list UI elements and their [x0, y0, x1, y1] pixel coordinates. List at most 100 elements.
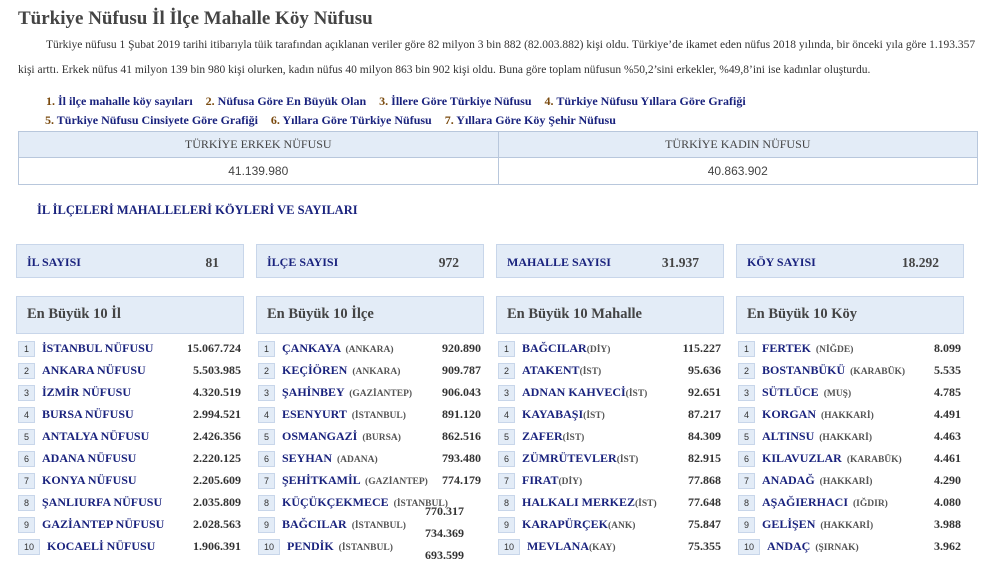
- list-item[interactable]: 2 ATAKENT(İST) 95.636: [496, 360, 724, 382]
- list-item[interactable]: 6 SEYHAN (ADANA) 793.480: [256, 448, 484, 470]
- list-item[interactable]: 10 PENDİK (İSTANBUL) 693.599: [256, 536, 484, 562]
- list-item[interactable]: 9 GELİŞEN (HAKKARİ) 3.988: [736, 514, 964, 536]
- link-7-label: Yıllara Göre Köy Şehir Nüfusu: [456, 113, 616, 127]
- list-item[interactable]: 7 ANADAĞ (HAKKARİ) 4.290: [736, 470, 964, 492]
- item-value: 75.355: [688, 539, 721, 553]
- rank-badge: 10: [18, 539, 40, 555]
- list-item[interactable]: 5 ALTINSU (HAKKARİ) 4.463: [736, 426, 964, 448]
- link-4[interactable]: 4. Türkiye Nüfusu Yıllara Göre Grafiği: [545, 94, 746, 108]
- item-region: (GAZİANTEP): [349, 389, 413, 399]
- item-value: 793.480: [442, 451, 481, 465]
- list-item[interactable]: 6 KILAVUZLAR (KARABÜK) 4.461: [736, 448, 964, 470]
- list-item[interactable]: 1 BAĞCILAR(DİY) 115.227: [496, 338, 724, 360]
- item-name-text: ŞAHİNBEY: [282, 385, 345, 399]
- rank-badge: 9: [18, 517, 35, 533]
- item-name: ANTALYA NÜFUSU: [42, 429, 150, 443]
- item-region: (GAZİANTEP): [365, 477, 428, 487]
- list-item[interactable]: 2 ANKARA NÜFUSU 5.503.985: [16, 360, 244, 382]
- link-5[interactable]: 5. Türkiye Nüfusu Cinsiyete Göre Grafiği: [45, 113, 258, 127]
- rank-badge: 6: [258, 451, 275, 467]
- rank-badge: 6: [18, 451, 35, 467]
- item-value: 4.463: [934, 429, 961, 443]
- intro-paragraph: Türkiye nüfusu 1 Şubat 2019 tarihi itiba…: [18, 33, 980, 83]
- item-region: (HAKKARİ): [819, 433, 873, 443]
- item-region: (ANK): [608, 521, 636, 531]
- list-item[interactable]: 8 ŞANLIURFA NÜFUSU 2.035.809: [16, 492, 244, 514]
- item-name: GAZİANTEP NÜFUSU: [42, 517, 165, 531]
- koy-count-value: 18.292: [901, 255, 939, 270]
- link-6[interactable]: 6. Yıllara Göre Türkiye Nüfusu: [271, 113, 432, 127]
- item-value: 906.043: [442, 385, 481, 399]
- mahalle-count-label: MAHALLE SAYISI: [507, 255, 611, 269]
- item-region: (KAY): [589, 543, 616, 553]
- rank-badge: 1: [258, 341, 275, 357]
- list-item[interactable]: 4 KORGAN (HAKKARİ) 4.491: [736, 404, 964, 426]
- list-item[interactable]: 4 ESENYURT (İSTANBUL) 891.120: [256, 404, 484, 426]
- list-item[interactable]: 9 GAZİANTEP NÜFUSU 2.028.563: [16, 514, 244, 536]
- list-item[interactable]: 2 BOSTANBÜKÜ (KARABÜK) 5.535: [736, 360, 964, 382]
- rank-badge: 8: [258, 495, 275, 511]
- item-name: KARAPÜRÇEK(ANK): [522, 517, 635, 532]
- link-1-label: İl ilçe mahalle köy sayıları: [58, 94, 193, 108]
- list-item[interactable]: 3 ADNAN KAHVECİ(İST) 92.651: [496, 382, 724, 404]
- links-row-1: 1. İl ilçe mahalle köy sayıları 2. Nüfus…: [46, 92, 966, 111]
- list-item[interactable]: 7 FIRAT(DİY) 77.868: [496, 470, 724, 492]
- item-region: (DİY): [586, 345, 611, 355]
- list-item[interactable]: 10 ANDAÇ (ŞIRNAK) 3.962: [736, 536, 964, 558]
- rank-badge: 3: [258, 385, 275, 401]
- list-item[interactable]: 1 ÇANKAYA (ANKARA) 920.890: [256, 338, 484, 360]
- list-item[interactable]: 5 ANTALYA NÜFUSU 2.426.356: [16, 426, 244, 448]
- link-6-label: Yıllara Göre Türkiye Nüfusu: [282, 113, 432, 127]
- item-name: KEÇİÖREN (ANKARA): [282, 363, 400, 378]
- list-item[interactable]: 8 KÜÇÜKÇEKMECE (İSTANBUL) 770.317: [256, 492, 484, 518]
- item-name: MEVLANA(KAY): [527, 539, 616, 554]
- item-value: 920.890: [442, 341, 481, 355]
- item-name-text: ANADAĞ: [762, 473, 815, 487]
- list-item[interactable]: 5 ZAFER(İST) 84.309: [496, 426, 724, 448]
- item-name: ANKARA NÜFUSU: [42, 363, 146, 377]
- list-item[interactable]: 3 İZMİR NÜFUSU 4.320.519: [16, 382, 244, 404]
- list-item[interactable]: 8 HALKALI MERKEZ(İST) 77.648: [496, 492, 724, 514]
- item-value: 2.220.125: [193, 451, 241, 465]
- list-item[interactable]: 8 AŞAĞIERHACI (IĞDIR) 4.080: [736, 492, 964, 514]
- list-item[interactable]: 3 ŞAHİNBEY (GAZİANTEP) 906.043: [256, 382, 484, 404]
- item-value: 5.535: [934, 363, 961, 377]
- link-2[interactable]: 2. Nüfusa Göre En Büyük Olan: [206, 94, 367, 108]
- item-name: BAĞCILAR (İSTANBUL): [282, 517, 406, 532]
- list-item[interactable]: 9 KARAPÜRÇEK(ANK) 75.847: [496, 514, 724, 536]
- list-item[interactable]: 6 ADANA NÜFUSU 2.220.125: [16, 448, 244, 470]
- item-value: 3.962: [934, 539, 961, 553]
- list-item[interactable]: 4 KAYABAŞI(İST) 87.217: [496, 404, 724, 426]
- list-item[interactable]: 7 KONYA NÜFUSU 2.205.609: [16, 470, 244, 492]
- list-item[interactable]: 7 ŞEHİTKAMİL (GAZİANTEP) 774.179: [256, 470, 484, 492]
- list-item[interactable]: 1 FERTEK (NİĞDE) 8.099: [736, 338, 964, 360]
- gender-table-header-row: TÜRKİYE ERKEK NÜFUSU TÜRKİYE KADIN NÜFUS…: [18, 131, 978, 158]
- list-item[interactable]: 3 SÜTLÜCE (MUŞ) 4.785: [736, 382, 964, 404]
- item-region: (İST): [625, 389, 648, 399]
- list-item[interactable]: 2 KEÇİÖREN (ANKARA) 909.787: [256, 360, 484, 382]
- list-item[interactable]: 5 OSMANGAZİ (BURSA) 862.516: [256, 426, 484, 448]
- item-name: ADNAN KAHVECİ(İST): [522, 385, 647, 400]
- link-7[interactable]: 7. Yıllara Göre Köy Şehir Nüfusu: [445, 113, 616, 127]
- list-item[interactable]: 1 İSTANBUL NÜFUSU 15.067.724: [16, 338, 244, 360]
- page-title: Türkiye Nüfusu İl İlçe Mahalle Köy Nüfus…: [18, 8, 373, 29]
- list-item[interactable]: 10 KOCAELİ NÜFUSU 1.906.391: [16, 536, 244, 558]
- item-value: 2.205.609: [193, 473, 241, 487]
- item-name-text: FERTEK: [762, 341, 811, 355]
- rank-badge: 8: [498, 495, 515, 511]
- item-region: (HAKKARİ): [819, 477, 873, 487]
- link-7-num: 7.: [444, 113, 454, 127]
- rank-badge: 3: [738, 385, 755, 401]
- item-name-text: HALKALI MERKEZ: [522, 495, 636, 509]
- rank-badge: 2: [498, 363, 515, 379]
- link-3[interactable]: 3. İllere Göre Türkiye Nüfusu: [379, 94, 531, 108]
- section-title: İL İLÇELERİ MAHALLELERİ KÖYLERİ VE SAYIL…: [37, 203, 358, 217]
- item-name: ANADAĞ (HAKKARİ): [762, 473, 872, 488]
- list-item[interactable]: 4 BURSA NÜFUSU 2.994.521: [16, 404, 244, 426]
- top-il-title: En Büyük 10 İl: [16, 296, 244, 334]
- il-count-value: 81: [205, 255, 220, 270]
- list-item[interactable]: 6 ZÜMRÜTEVLER(İST) 82.915: [496, 448, 724, 470]
- list-item[interactable]: 9 BAĞCILAR (İSTANBUL) 734.369: [256, 514, 484, 540]
- link-1[interactable]: 1. İl ilçe mahalle köy sayıları: [46, 94, 193, 108]
- list-item[interactable]: 10 MEVLANA(KAY) 75.355: [496, 536, 724, 558]
